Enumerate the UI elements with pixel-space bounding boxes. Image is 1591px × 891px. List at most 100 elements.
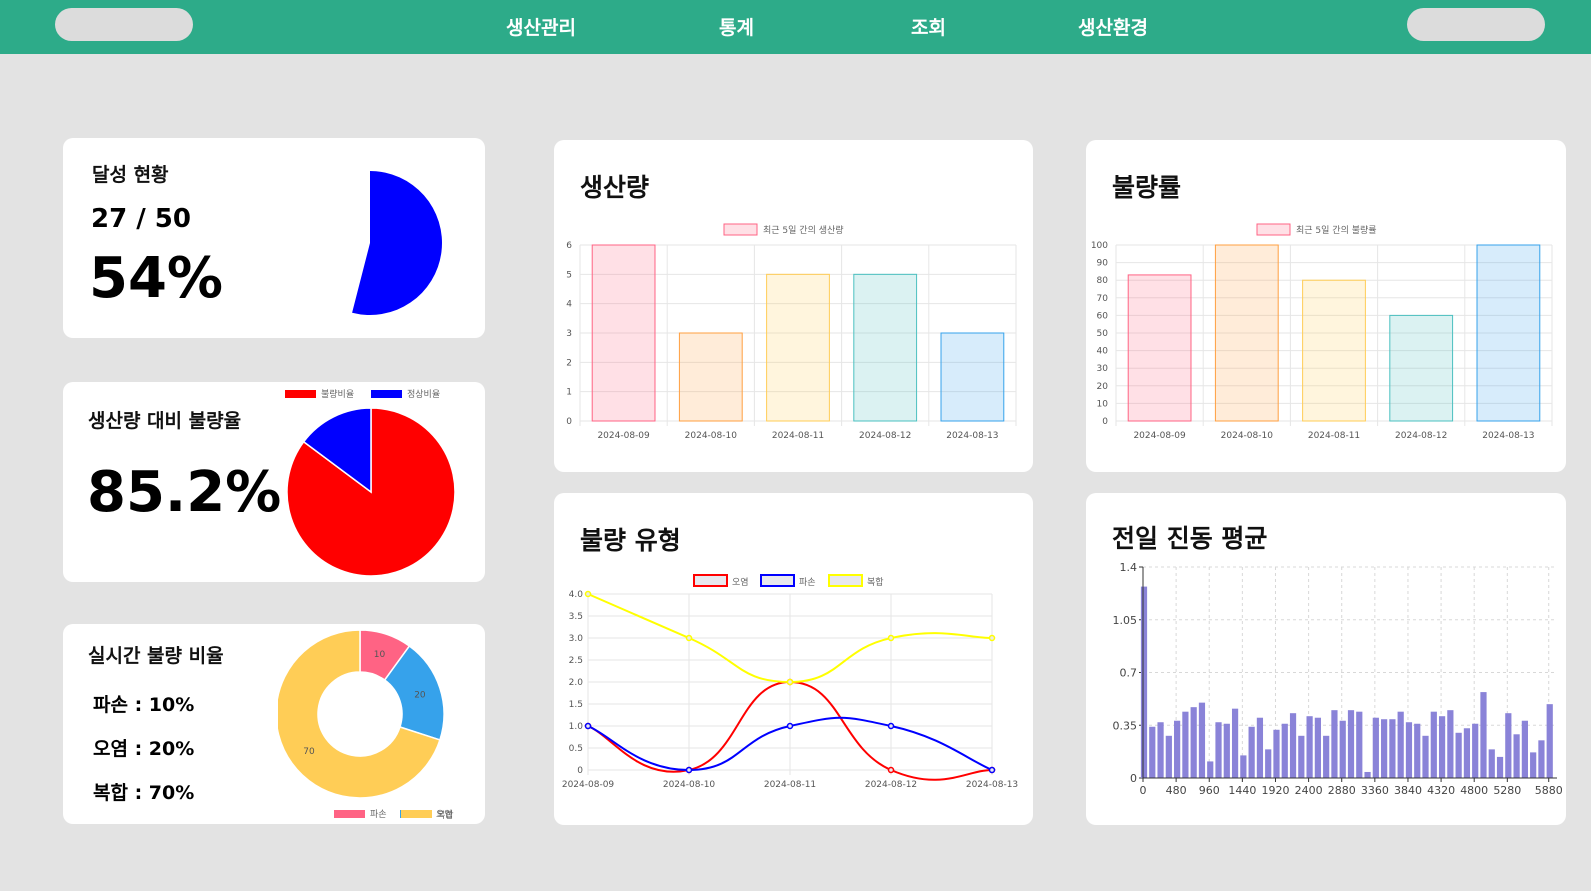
x-tick-label: 2400 <box>1295 784 1323 797</box>
defect-ratio-title: 불량률 <box>1112 173 1182 202</box>
legend-swatch-defect <box>285 390 316 398</box>
x-tick-label: 4320 <box>1427 784 1455 797</box>
defect-ratio-card: 불량률 최근 5일 간의 불량률 0 10 20 30 40 50 60 70 80 90 100 2… <box>1086 140 1566 472</box>
x-tick-label: 1440 <box>1228 784 1256 797</box>
y-tick-label: 40 <box>1097 347 1109 357</box>
vibration-bar <box>1314 717 1321 778</box>
x-tick-label: 3840 <box>1394 784 1422 797</box>
legend-label-contamination-line: 오염 <box>732 577 749 588</box>
bar-2024-08-13 <box>940 332 1005 422</box>
vibration-title: 전일 진동 평균 <box>1112 524 1268 553</box>
vibration-bar <box>1472 723 1479 778</box>
nav-inquiry[interactable]: 조회 <box>911 13 946 40</box>
legend-swatch-broken-line <box>760 574 795 587</box>
bar-2024-08-11 <box>1302 279 1366 422</box>
nav-statistics[interactable]: 통계 <box>719 13 754 40</box>
bar-2024-08-10 <box>678 332 743 422</box>
vibration-bar <box>1165 735 1172 778</box>
line-point-복합 <box>988 634 996 642</box>
achievement-count: 27 / 50 <box>91 204 191 234</box>
vibration-bar <box>1198 702 1206 778</box>
line-point-복합 <box>887 634 895 642</box>
x-tick-label: 2024-08-10 <box>685 431 738 441</box>
doughnut-label-파손: 10 <box>374 650 386 660</box>
vibration-bar <box>1447 710 1454 778</box>
vibration-bar <box>1496 756 1504 778</box>
x-tick-label: 2024-08-09 <box>1133 431 1186 441</box>
vibration-bar <box>1438 716 1446 778</box>
vibration-bar <box>1149 726 1156 778</box>
vibration-bar <box>1215 722 1222 778</box>
legend-label-normal: 정상비율 <box>407 389 440 400</box>
y-tick-label: 4.0 <box>569 590 584 600</box>
line-point-파손 <box>988 766 996 774</box>
nav-production-management[interactable]: 생산관리 <box>506 13 576 40</box>
vibration-bar <box>1331 710 1338 778</box>
x-tick-label: 2024-08-11 <box>1308 431 1360 441</box>
left-pill-button[interactable] <box>55 8 193 41</box>
defect-vs-production-legend: 불량비율 정상비율 <box>285 388 440 400</box>
vibration-bar <box>1306 716 1313 778</box>
vibration-bar <box>1298 735 1305 778</box>
y-tick-label: 3 <box>566 329 572 339</box>
vibration-bar <box>1256 717 1264 778</box>
achievement-percent: 54% <box>89 246 224 311</box>
vibration-bar-chart: 0 0.35 0.7 1.05 1.4 0 480 960 1440 1920 2400 2880 33… <box>1113 563 1563 797</box>
line-point-파손 <box>584 722 592 730</box>
y-tick-label: 10 <box>1097 399 1109 409</box>
bar-2024-08-12 <box>853 273 918 422</box>
vibration-bar <box>1372 717 1379 778</box>
bar-2024-08-12 <box>1389 314 1454 422</box>
y-tick-label: 2.0 <box>569 678 584 688</box>
vibration-bar <box>1414 723 1421 778</box>
vibration-bar <box>1530 752 1537 778</box>
vibration-bar <box>1273 729 1280 778</box>
defect-ratio-legend-label: 최근 5일 간의 불량률 <box>1296 224 1377 236</box>
realtime-legend-complex: 복합 <box>401 810 454 821</box>
y-tick-label: 1.5 <box>569 700 583 710</box>
vibration-card: 전일 진동 평균 0 0.35 0.7 1.05 1.4 0 480 960 1440 1920 2… <box>1086 493 1566 825</box>
y-tick-label: 100 <box>1091 241 1108 251</box>
right-pill-button[interactable] <box>1407 8 1545 41</box>
realtime-line-contamination: 오염 : 20% <box>93 738 195 760</box>
y-tick-label: 90 <box>1097 259 1109 269</box>
production-card: 생산량 최근 5일 간의 생산량 0 1 2 3 4 5 6 2024-08-09 2024-0… <box>554 140 1033 472</box>
vibration-bar <box>1422 735 1429 778</box>
top-nav-bar: 생산관리 통계 조회 생산환경 <box>0 0 1591 54</box>
production-legend-swatch <box>723 223 758 236</box>
y-tick-label: 0 <box>1130 772 1137 785</box>
legend-label-broken-line: 파손 <box>799 577 816 588</box>
vibration-bar <box>1182 711 1189 778</box>
realtime-line-broken: 파손 : 10% <box>93 694 195 716</box>
achievement-pie-chart <box>352 171 442 315</box>
legend-label-defect: 불량비율 <box>321 388 354 400</box>
achievement-card: 달성 현황 27 / 50 54% <box>63 138 485 338</box>
legend-swatch-contamination-line <box>693 574 728 587</box>
vibration-bar <box>1538 740 1545 778</box>
bar-2024-08-10 <box>1214 244 1279 422</box>
vibration-bar <box>1289 713 1297 778</box>
defect-type-line-chart: 오염 파손 복합 0 0.5 1.0 1.5 2.0 2.5 3.0 3.5 4.0 2024-0… <box>562 574 1018 790</box>
vibration-bar <box>1347 710 1355 778</box>
y-tick-label: 6 <box>566 241 572 251</box>
vibration-bar <box>1463 728 1471 778</box>
x-tick-label: 2024-08-13 <box>946 431 998 441</box>
defect-vs-production-percent: 85.2% <box>87 460 282 525</box>
achievement-title: 달성 현황 <box>92 164 169 186</box>
nav-production-environment[interactable]: 생산환경 <box>1078 13 1148 40</box>
y-tick-label: 0 <box>566 417 572 427</box>
y-tick-label: 1 <box>566 388 572 398</box>
vibration-bar <box>1240 755 1247 778</box>
y-tick-label: 1.05 <box>1113 614 1138 627</box>
x-tick-label: 2880 <box>1328 784 1356 797</box>
defect-type-card: 불량 유형 오염 파손 복합 0 0.5 1.0 1.5 2.0 2.5 3.0 3.5 4.0… <box>554 493 1033 825</box>
vibration-bar <box>1281 723 1288 778</box>
x-tick-label: 2024-08-13 <box>1482 431 1534 441</box>
achievement-slice <box>352 171 442 315</box>
y-tick-label: 0.7 <box>1120 667 1138 680</box>
vibration-bar <box>1174 720 1181 778</box>
x-tick-label: 2024-08-09 <box>562 780 615 790</box>
x-tick-label: 5280 <box>1493 784 1521 797</box>
vibration-bar <box>1455 732 1462 778</box>
y-tick-label: 0 <box>577 766 583 776</box>
